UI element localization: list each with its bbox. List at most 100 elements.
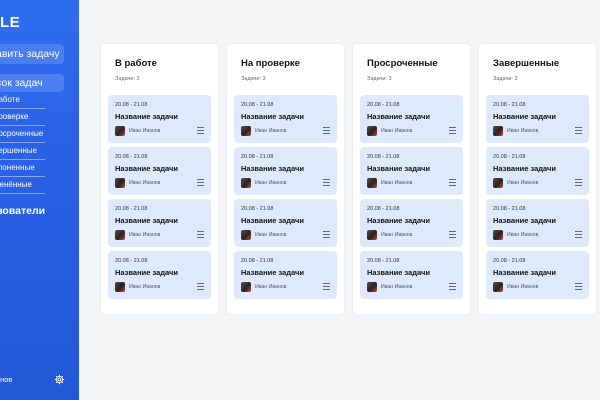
task-assignee: Иван Иванов	[129, 284, 161, 290]
task-date-range: 20.08 - 21.08	[367, 102, 400, 108]
menu-icon[interactable]	[449, 127, 456, 134]
menu-icon[interactable]	[197, 179, 204, 186]
task-date-range: 20.08 - 21.08	[493, 102, 526, 108]
column-title: В работе	[115, 58, 157, 69]
sidebar: LE авить задачу сок задач работе проверк…	[0, 0, 79, 400]
column-task-count: Задачи: 3	[493, 76, 518, 82]
task-date-range: 20.08 - 21.08	[493, 258, 526, 264]
task-card[interactable]: 20.08 - 21.08 Название задачи Иван Иванов	[360, 199, 463, 247]
sidebar-item-users[interactable]: ьзователи	[0, 205, 45, 217]
menu-icon[interactable]	[197, 231, 204, 238]
task-title: Название задачи	[493, 216, 556, 225]
task-card[interactable]: 20.08 - 21.08 Название задачи Иван Иванов	[234, 251, 337, 299]
task-card[interactable]: 20.08 - 21.08 Название задачи Иван Иванов	[108, 199, 211, 247]
task-card[interactable]: 20.08 - 21.08 Название задачи Иван Иванов	[486, 251, 589, 299]
task-assignee: Иван Иванов	[129, 180, 161, 186]
sidebar-item-rejected[interactable]: клоненные	[0, 160, 45, 177]
task-assignee: Иван Иванов	[129, 128, 161, 134]
task-title: Название задачи	[493, 112, 556, 121]
task-card[interactable]: 20.08 - 21.08 Название задачи Иван Иванов	[360, 147, 463, 195]
task-assignee: Иван Иванов	[129, 232, 161, 238]
avatar	[367, 178, 377, 188]
task-assignee: Иван Иванов	[381, 180, 413, 186]
sidebar-item-changed[interactable]: менённые	[0, 177, 45, 194]
task-status-list: работе проверке росроченные вершенные кл…	[0, 92, 45, 194]
avatar	[367, 126, 377, 136]
task-card[interactable]: 20.08 - 21.08 Название задачи Иван Иванов	[486, 147, 589, 195]
task-card[interactable]: 20.08 - 21.08 Название задачи Иван Иванов	[360, 95, 463, 143]
task-card[interactable]: 20.08 - 21.08 Название задачи Иван Иванов	[108, 251, 211, 299]
menu-icon[interactable]	[323, 231, 330, 238]
menu-icon[interactable]	[323, 283, 330, 290]
menu-icon[interactable]	[575, 127, 582, 134]
task-card[interactable]: 20.08 - 21.08 Название задачи Иван Иванов	[486, 199, 589, 247]
task-title: Название задачи	[241, 216, 304, 225]
task-assignee: Иван Иванов	[507, 128, 539, 134]
task-date-range: 20.08 - 21.08	[115, 258, 148, 264]
task-title: Название задачи	[241, 164, 304, 173]
task-date-range: 20.08 - 21.08	[493, 206, 526, 212]
avatar	[115, 178, 125, 188]
sidebar-item-in-progress[interactable]: работе	[0, 92, 45, 109]
avatar	[115, 126, 125, 136]
task-title: Название задачи	[493, 268, 556, 277]
menu-icon[interactable]	[575, 179, 582, 186]
avatar	[115, 230, 125, 240]
task-card[interactable]: 20.08 - 21.08 Название задачи Иван Иванов	[234, 147, 337, 195]
task-title: Название задачи	[367, 112, 430, 121]
task-card[interactable]: 20.08 - 21.08 Название задачи Иван Иванов	[486, 95, 589, 143]
menu-icon[interactable]	[197, 127, 204, 134]
task-card[interactable]: 20.08 - 21.08 Название задачи Иван Иванов	[234, 95, 337, 143]
app-logo: LE	[0, 14, 21, 31]
column-title: На проверке	[241, 58, 300, 69]
column-3: Завершенные Задачи: 3 20.08 - 21.08 Названи…	[479, 44, 596, 314]
task-assignee: Иван Иванов	[255, 284, 287, 290]
menu-icon[interactable]	[323, 179, 330, 186]
avatar	[241, 230, 251, 240]
task-title: Название задачи	[493, 164, 556, 173]
task-card[interactable]: 20.08 - 21.08 Название задачи Иван Иванов	[108, 147, 211, 195]
task-title: Название задачи	[115, 268, 178, 277]
sidebar-item-review[interactable]: проверке	[0, 109, 45, 126]
task-date-range: 20.08 - 21.08	[241, 154, 274, 160]
sidebar-item-overdue[interactable]: росроченные	[0, 126, 45, 143]
avatar	[367, 230, 377, 240]
task-title: Название задачи	[367, 268, 430, 277]
current-user-name[interactable]: ванов	[0, 375, 12, 384]
task-date-range: 20.08 - 21.08	[367, 258, 400, 264]
add-task-button[interactable]: авить задачу	[0, 44, 64, 64]
menu-icon[interactable]	[449, 179, 456, 186]
gear-icon[interactable]	[54, 374, 65, 385]
menu-icon[interactable]	[575, 231, 582, 238]
task-assignee: Иван Иванов	[255, 232, 287, 238]
menu-icon[interactable]	[323, 127, 330, 134]
avatar	[115, 282, 125, 292]
sidebar-footer: ванов	[0, 374, 72, 387]
task-title: Название задачи	[241, 268, 304, 277]
task-date-range: 20.08 - 21.08	[241, 258, 274, 264]
task-assignee: Иван Иванов	[381, 284, 413, 290]
column-task-count: Задачи: 3	[241, 76, 266, 82]
menu-icon[interactable]	[197, 283, 204, 290]
task-card[interactable]: 20.08 - 21.08 Название задачи Иван Иванов	[360, 251, 463, 299]
task-assignee: Иван Иванов	[255, 180, 287, 186]
task-card[interactable]: 20.08 - 21.08 Название задачи Иван Иванов	[108, 95, 211, 143]
menu-icon[interactable]	[575, 283, 582, 290]
task-title: Название задачи	[115, 216, 178, 225]
avatar	[367, 282, 377, 292]
menu-icon[interactable]	[449, 283, 456, 290]
sidebar-item-completed[interactable]: вершенные	[0, 143, 45, 160]
task-card[interactable]: 20.08 - 21.08 Название задачи Иван Иванов	[234, 199, 337, 247]
column-0: В работе Задачи: 3 20.08 - 21.08 Название з…	[101, 44, 218, 314]
avatar	[241, 282, 251, 292]
column-task-count: Задачи: 3	[115, 76, 140, 82]
sidebar-item-task-list[interactable]: сок задач	[0, 74, 64, 92]
avatar	[493, 282, 503, 292]
avatar	[241, 178, 251, 188]
task-date-range: 20.08 - 21.08	[367, 206, 400, 212]
avatar	[493, 230, 503, 240]
task-title: Название задачи	[367, 164, 430, 173]
avatar	[493, 178, 503, 188]
task-title: Название задачи	[367, 216, 430, 225]
menu-icon[interactable]	[449, 231, 456, 238]
